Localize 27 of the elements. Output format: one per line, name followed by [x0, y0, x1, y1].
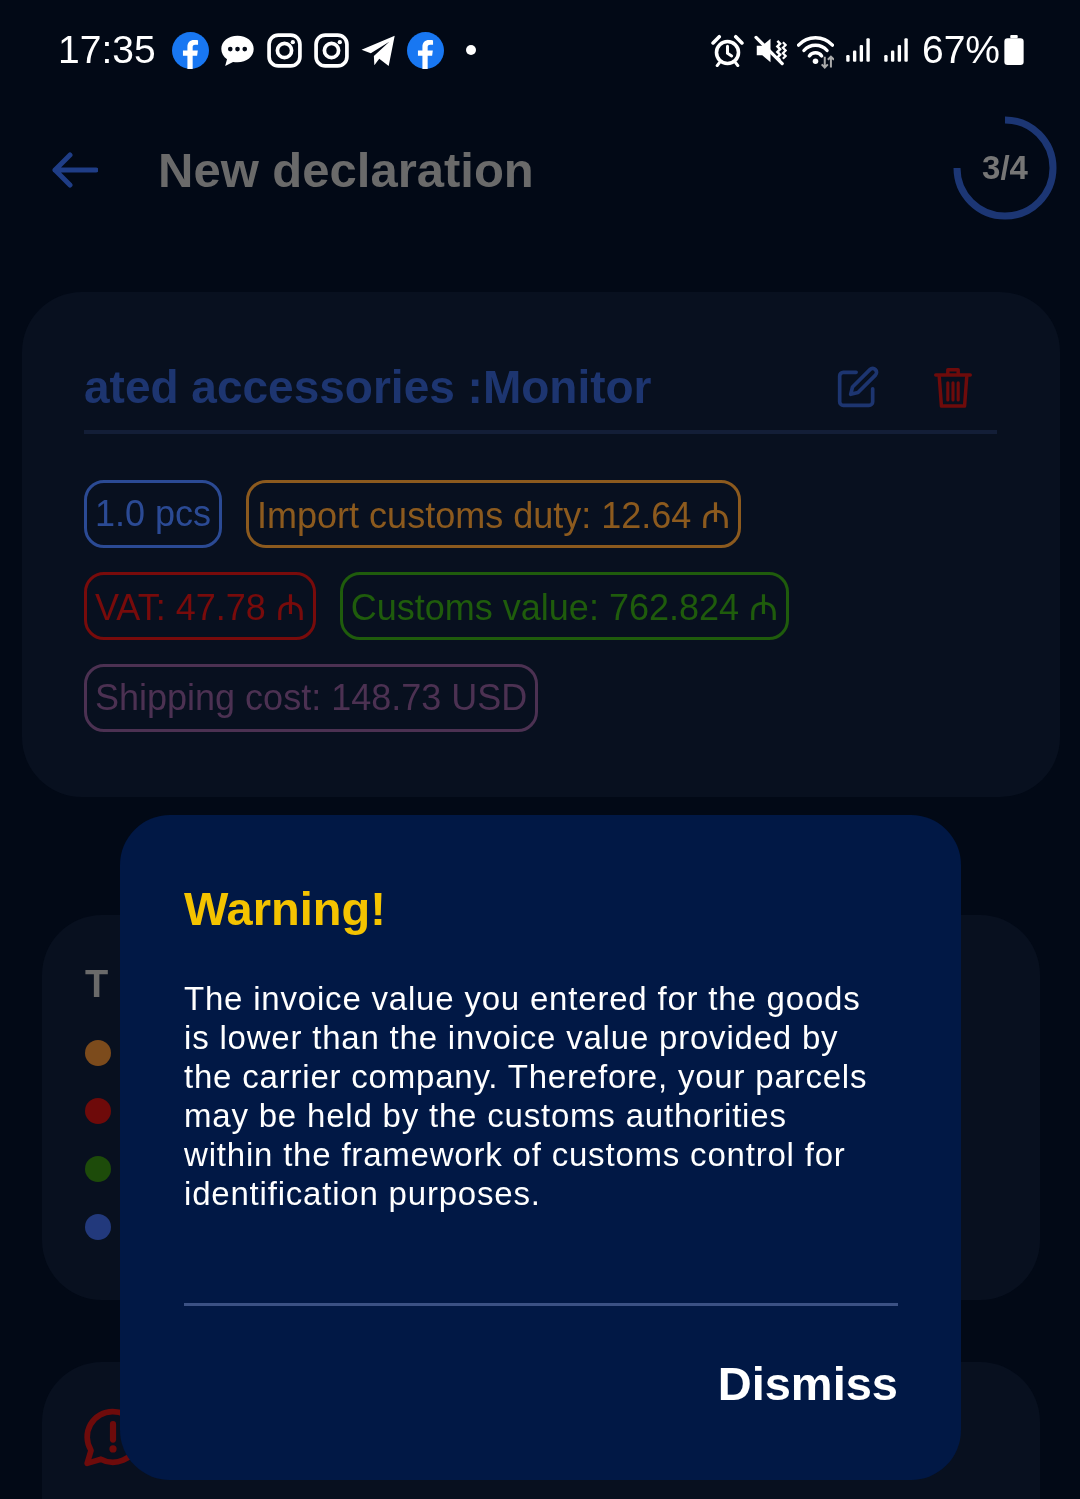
info-chip: VAT: 47.78 ₼: [84, 572, 316, 640]
info-chip: Customs value: 762.824 ₼: [339, 572, 789, 640]
signal-bars-icon: [881, 35, 910, 65]
camera-outline-icon: [265, 31, 303, 69]
status-time: 17:35: [58, 28, 156, 72]
back-arrow-icon[interactable]: [50, 152, 98, 188]
battery-icon: [1004, 35, 1024, 65]
screen-title: New declaration: [158, 142, 535, 198]
dismiss-button[interactable]: Dismiss: [717, 1356, 898, 1412]
dot-icon: [465, 45, 476, 55]
dialog-title: Warning!: [184, 881, 387, 937]
info-chip: Import customs duty: 12.64 ₼: [246, 480, 742, 548]
camera-outline-icon: [312, 31, 350, 69]
edit-icon[interactable]: [836, 365, 880, 409]
info-chip: 1.0 pcs: [84, 480, 223, 548]
dialog-message: The invoice value you entered for the goods is lower than the invoice value provided by the carrier company. Therefore, your parcels may be held by the customs authorities within the framework of customs control for identification purposes.: [184, 979, 869, 1213]
letter-f-logo-icon: [406, 31, 444, 69]
trash-icon[interactable]: [934, 365, 972, 409]
step-counter: 3/4: [982, 149, 1028, 187]
summary-title: T: [85, 962, 109, 1007]
info-chip: Shipping cost: 148.73 USD: [84, 664, 539, 732]
letter-f-logo-icon: [171, 31, 209, 69]
item-title: ated accessories :Monitor: [84, 360, 653, 414]
signal-bars-icon: [843, 35, 872, 65]
alarm-clock-icon: [710, 33, 744, 67]
battery-percent: 67%: [921, 28, 1000, 72]
muted-speaker-icon: [753, 33, 787, 67]
